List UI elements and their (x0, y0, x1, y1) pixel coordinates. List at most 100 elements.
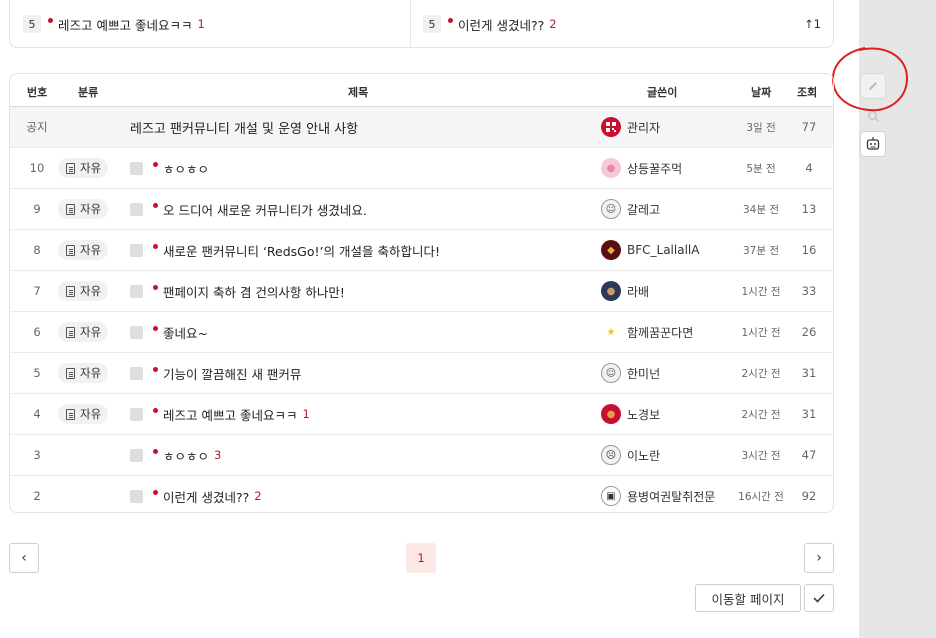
table-row[interactable]: 10 자유 ㅎㅇㅎㅇ ● 상등꿀주먹 5분 전 4 (10, 148, 833, 189)
author[interactable]: ◆ BFC_LallallA (601, 230, 731, 270)
table-row[interactable]: 9 자유 오 드디어 새로운 커뮤니티가 생겼네요. ☺ 갈레고 34분 전 1… (10, 189, 833, 230)
document-icon (66, 244, 75, 256)
category-badge[interactable]: 자유 (58, 281, 109, 301)
prev-page-button[interactable]: ‹ (9, 543, 39, 573)
post-views: 4 (805, 161, 813, 175)
author[interactable]: ☹ 이노란 (601, 435, 731, 475)
rank-badge: 5 (423, 15, 441, 33)
category-badge[interactable]: 자유 (58, 322, 109, 342)
author[interactable]: ☺ 갈레고 (601, 189, 731, 229)
post-category: 자유 (58, 353, 120, 393)
user-avatar: ● (601, 281, 621, 301)
author[interactable]: ☺ 한미넌 (601, 353, 731, 393)
author[interactable]: 관리자 (601, 107, 731, 147)
post-number: 6 (33, 325, 41, 339)
post-date: 2시간 전 (741, 408, 781, 421)
image-placeholder-icon (130, 489, 143, 503)
post-date: 1시간 전 (741, 326, 781, 339)
user-avatar: ◆ (601, 240, 621, 260)
post-date: 3일 전 (746, 121, 776, 134)
post-title[interactable]: 팬페이지 축하 겸 건의사항 하나만! (130, 271, 590, 311)
header-num: 번호 (27, 86, 48, 99)
post-date: 1시간 전 (741, 285, 781, 298)
post-views: 13 (801, 202, 817, 216)
document-icon (66, 408, 75, 420)
author[interactable]: ● 상등꿀주먹 (601, 148, 731, 188)
post-title[interactable]: 새로운 팬커뮤니티 ‘RedsGo!’의 개설을 축하합니다! (130, 230, 590, 270)
bot-button[interactable] (860, 131, 886, 157)
category-badge[interactable]: 자유 (58, 404, 109, 424)
document-icon (66, 162, 75, 174)
post-title[interactable]: 기능이 깔끔해진 새 팬커뮤 (130, 353, 590, 393)
header-title: 제목 (348, 86, 369, 99)
post-views: 47 (801, 448, 817, 462)
new-dot-icon (153, 284, 158, 290)
post-number: 7 (33, 284, 41, 298)
author[interactable]: ● 노경보 (601, 394, 731, 434)
new-dot-icon (153, 489, 158, 495)
post-number: 4 (33, 407, 41, 421)
search-button[interactable] (860, 103, 886, 129)
robot-icon (866, 137, 880, 150)
comment-count: 3 (214, 448, 222, 462)
image-placeholder-icon (130, 161, 143, 175)
table-row[interactable]: 5 자유 기능이 깔끔해진 새 팬커뮤 ☺ 한미넌 2시간 전 31 (10, 353, 833, 394)
admin-avatar (601, 117, 621, 137)
post-views: 16 (801, 243, 817, 257)
post-views: 31 (801, 407, 817, 421)
post-title[interactable]: 레즈고 예쁘고 좋네요ㅋㅋ 1 (130, 394, 590, 434)
post-date: 16시간 전 (738, 490, 784, 503)
category-badge[interactable]: 자유 (58, 240, 109, 260)
popular-item[interactable]: 5 이런게 생겼네?? 2 (423, 13, 557, 35)
new-dot-icon (153, 202, 158, 208)
author[interactable]: ● 라배 (601, 271, 731, 311)
post-title[interactable]: 이런게 생겼네?? 2 (130, 476, 590, 512)
post-title[interactable]: 좋네요~ (130, 312, 590, 352)
post-category: 자유 (58, 189, 120, 229)
table-row[interactable]: 7 자유 팬페이지 축하 겸 건의사항 하나만! ● 라배 1시간 전 33 (10, 271, 833, 312)
goto-page-button[interactable]: 이동할 페이지 (695, 584, 801, 612)
post-views: 77 (801, 120, 817, 134)
user-avatar: ★ (606, 326, 616, 338)
pencil-icon (869, 82, 877, 90)
post-title[interactable]: 오 드디어 새로운 커뮤니티가 생겼네요. (130, 189, 590, 229)
user-avatar: ☺ (601, 199, 621, 219)
table-row[interactable]: 6 자유 좋네요~ ★ 함께꿈꾼다면 1시간 전 26 (10, 312, 833, 353)
write-button[interactable] (860, 73, 886, 99)
up-arrow-icon: ↑1 (804, 17, 821, 31)
popular-title: 이런게 생겼네?? (458, 17, 545, 33)
new-dot-icon (48, 17, 53, 23)
check-icon (813, 593, 825, 603)
user-avatar: ☺ (601, 363, 621, 383)
current-page[interactable]: 1 (406, 543, 436, 573)
category-badge[interactable]: 자유 (58, 158, 109, 178)
category-badge[interactable]: 자유 (58, 199, 109, 219)
post-views: 33 (801, 284, 817, 298)
post-title[interactable]: ㅎㅇㅎㅇ 3 (130, 435, 590, 475)
document-icon (66, 367, 75, 379)
category-badge[interactable]: 자유 (58, 363, 109, 383)
comment-count: 1 (197, 17, 205, 31)
popular-posts-box: 5 레즈고 예쁘고 좋네요ㅋㅋ 1 5 이런게 생겼네?? 2 ↑1 (9, 0, 834, 48)
document-icon (66, 285, 75, 297)
next-page-button[interactable]: › (804, 543, 834, 573)
image-placeholder-icon (130, 448, 143, 462)
post-title[interactable]: 레즈고 팬커뮤니티 개설 및 운영 안내 사항 (130, 107, 590, 147)
confirm-button[interactable] (804, 584, 834, 612)
table-row[interactable]: 4 자유 레즈고 예쁘고 좋네요ㅋㅋ 1 ● 노경보 2시간 전 31 (10, 394, 833, 435)
document-icon (66, 203, 75, 215)
table-row[interactable]: 8 자유 새로운 팬커뮤니티 ‘RedsGo!’의 개설을 축하합니다! ◆ B… (10, 230, 833, 271)
notice-row[interactable]: 공지 레즈고 팬커뮤니티 개설 및 운영 안내 사항 관리자 3일 전 77 (10, 107, 833, 148)
table-row[interactable]: 2 이런게 생겼네?? 2 ▣ 용병여권탈취전문 16시간 전 92 (10, 476, 833, 512)
header-views: 조회 (797, 86, 818, 99)
post-number: 5 (33, 366, 41, 380)
author[interactable]: ★ 함께꿈꾼다면 (601, 312, 731, 352)
header-date: 날짜 (751, 86, 772, 99)
post-category: 자유 (58, 271, 120, 311)
table-row[interactable]: 3 ㅎㅇㅎㅇ 3 ☹ 이노란 3시간 전 47 (10, 435, 833, 476)
post-title[interactable]: ㅎㅇㅎㅇ (130, 148, 590, 188)
author[interactable]: ▣ 용병여권탈취전문 (601, 476, 731, 512)
image-placeholder-icon (130, 325, 143, 339)
post-category: 자유 (58, 230, 120, 270)
popular-item[interactable]: 5 레즈고 예쁘고 좋네요ㅋㅋ 1 (23, 13, 205, 35)
